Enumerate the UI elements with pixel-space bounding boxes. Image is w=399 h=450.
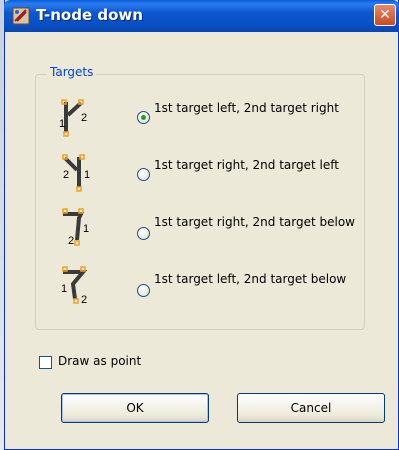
radio-right-left[interactable] [137, 168, 150, 181]
option-label-right-below[interactable]: 1st target right, 2nd target below [154, 215, 364, 229]
app-icon [12, 7, 30, 25]
target-b-number: 1 [84, 169, 90, 181]
option-label-right-left[interactable]: 1st target right, 2nd target left [154, 158, 364, 172]
option-label-left-right[interactable]: 1st target left, 2nd target right [154, 101, 364, 115]
radio-selected-dot [141, 115, 146, 120]
target-b-number: 2 [81, 294, 87, 306]
dialog-title: T-node down [36, 6, 143, 24]
radio-left-below[interactable] [137, 284, 150, 297]
cancel-button[interactable]: Cancel [237, 393, 385, 423]
radio-left-right[interactable] [137, 111, 150, 124]
close-icon: ✕ [379, 7, 391, 23]
t-node-left-right-icon: 1 2 [59, 99, 87, 137]
t-node-down-dialog: T-node down ✕ Targets 1 2 1st target lef… [4, 0, 399, 450]
radio-right-below[interactable] [137, 227, 150, 240]
draw-as-point-checkbox[interactable] [39, 356, 52, 369]
target-b-number: 2 [68, 235, 74, 247]
t-node-left-below-icon: 1 2 [61, 266, 88, 306]
target-b-number: 2 [81, 112, 87, 124]
ok-button[interactable]: OK [61, 393, 209, 423]
option-label-left-below[interactable]: 1st target left, 2nd target below [154, 272, 364, 286]
target-a-number: 2 [63, 169, 69, 181]
target-a-number: 1 [61, 283, 67, 295]
targets-group-label: Targets [47, 65, 97, 79]
close-button[interactable]: ✕ [374, 4, 396, 26]
title-bar[interactable]: T-node down ✕ [4, 0, 399, 32]
t-node-right-left-icon: 2 1 [62, 154, 90, 192]
draw-as-point-label[interactable]: Draw as point [58, 354, 141, 368]
t-node-right-below-icon: 1 2 [62, 208, 89, 247]
target-a-number: 1 [83, 223, 89, 235]
target-a-number: 1 [59, 118, 65, 130]
